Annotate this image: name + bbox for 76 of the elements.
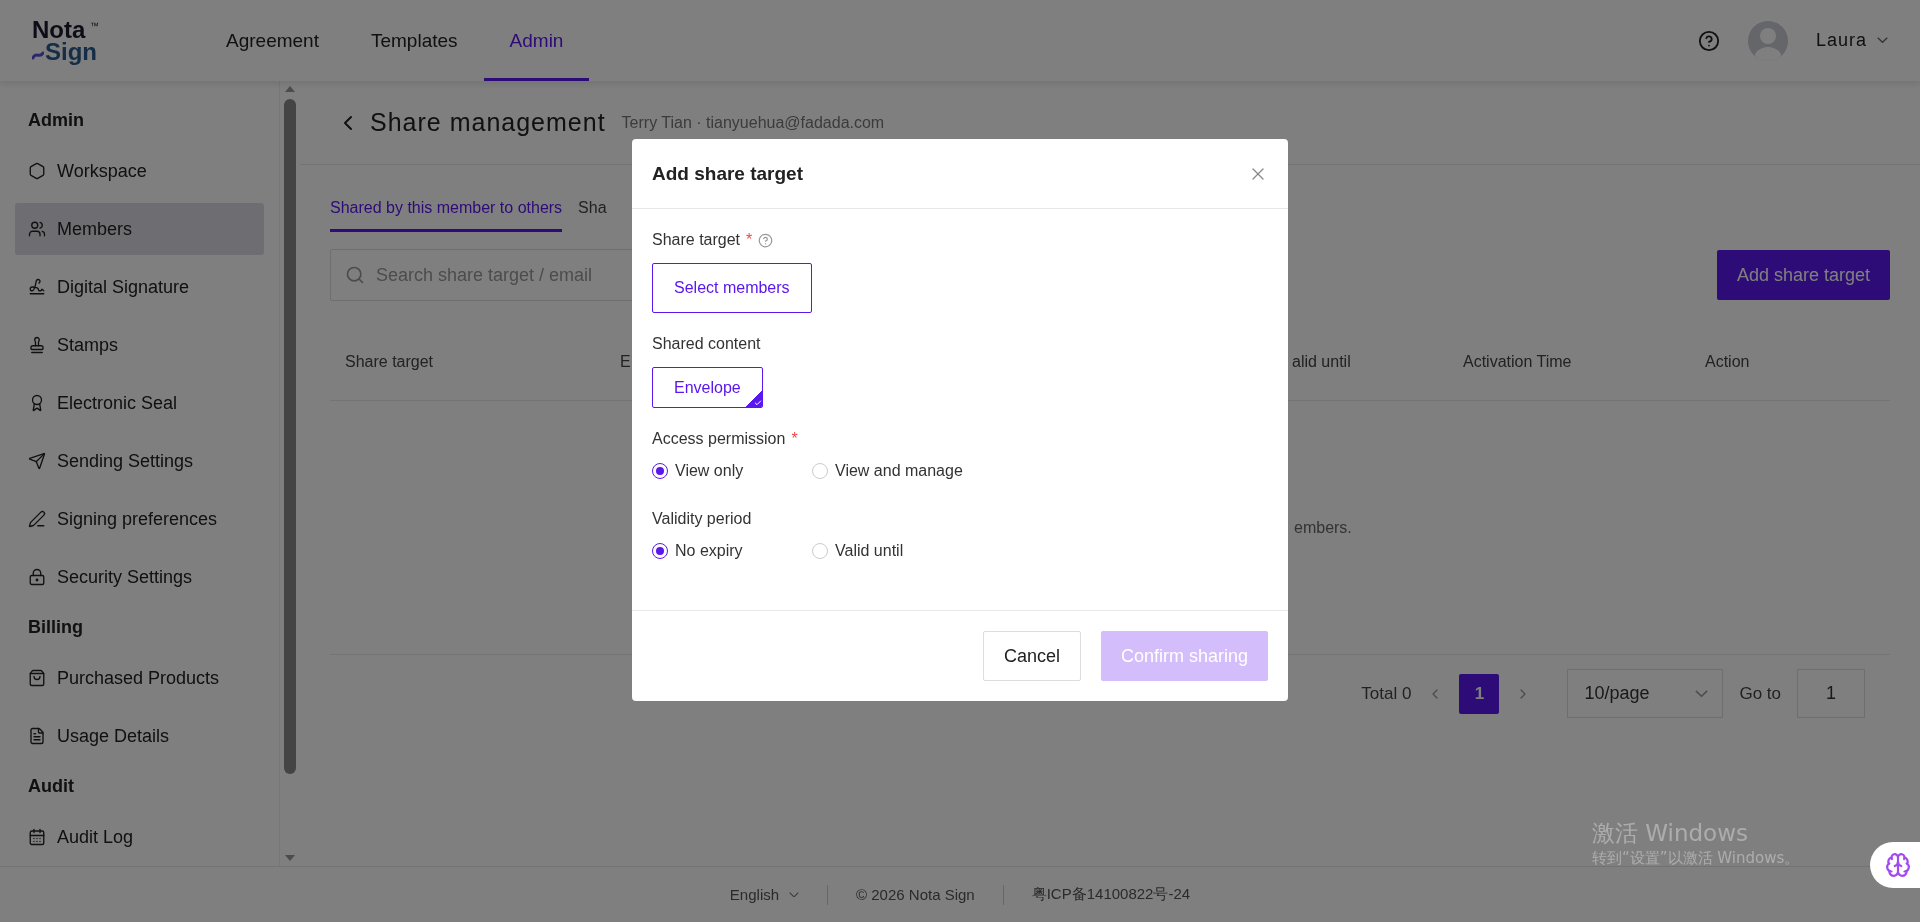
column-header: Activation Time xyxy=(1463,352,1573,371)
stamp-icon xyxy=(28,336,46,354)
sidebar-item[interactable]: Signing preferences xyxy=(15,493,264,545)
wave-icon xyxy=(32,49,44,60)
language-select[interactable]: English xyxy=(701,886,828,903)
sidebar-item[interactable]: Sending Settings xyxy=(15,435,264,487)
section-title: Billing xyxy=(27,616,84,639)
empty-message: embers. xyxy=(1294,518,1352,537)
page-size-select[interactable]: 10/page xyxy=(1567,669,1724,718)
logo-text: Sign xyxy=(45,40,97,63)
assistant-button[interactable] xyxy=(1870,842,1920,888)
column-header: Share target xyxy=(345,352,435,371)
search-icon xyxy=(345,265,365,285)
scroll-up-icon[interactable] xyxy=(284,85,296,93)
tab[interactable]: Sha xyxy=(578,191,607,232)
field-label: Share target xyxy=(652,231,741,249)
logo-text: Nota xyxy=(32,18,86,41)
radio-option[interactable]: View and manage xyxy=(812,462,972,480)
trademark-mark: ™ xyxy=(90,19,99,33)
signature-icon xyxy=(28,278,46,296)
chevron-down-icon xyxy=(789,891,800,898)
add-share-target-button[interactable]: Add share target xyxy=(1716,250,1890,300)
cancel-button[interactable]: Cancel xyxy=(982,631,1081,681)
radio-option[interactable]: No expiry xyxy=(652,542,812,560)
sidebar-item[interactable]: Purchased Products xyxy=(15,652,264,704)
nav-tab[interactable]: Templates xyxy=(344,0,484,81)
help-icon[interactable] xyxy=(1697,29,1720,52)
hexagon-icon xyxy=(28,162,46,180)
section-title: Audit xyxy=(27,775,75,798)
scroll-down-icon[interactable] xyxy=(284,854,296,862)
column-header: E xyxy=(620,352,632,371)
dialog-title: Add share target xyxy=(652,162,803,185)
goto-label: Go to xyxy=(1739,683,1781,704)
required-mark: * xyxy=(791,430,798,448)
radio-option[interactable]: View only xyxy=(652,462,812,480)
select-members-button[interactable]: Select members xyxy=(652,263,812,313)
help-icon[interactable] xyxy=(758,232,774,248)
sidebar-item[interactable]: Audit Log xyxy=(15,811,264,863)
sidebar-item[interactable]: Security Settings xyxy=(15,551,264,603)
member-info: Terry Tian · tianyuehua@fadada.com xyxy=(621,113,885,132)
calendar-icon xyxy=(28,828,46,846)
sidebar-item[interactable]: Members xyxy=(15,203,264,255)
chevron-down-icon xyxy=(1695,689,1709,698)
lock-icon xyxy=(28,568,46,586)
users-icon xyxy=(28,220,46,238)
pen-icon xyxy=(28,510,46,528)
sidebar-item[interactable]: Usage Details xyxy=(15,710,264,762)
copyright: © 2026 Nota Sign xyxy=(855,886,976,903)
goto-field[interactable]: 1 xyxy=(1797,669,1865,718)
nav-tab[interactable]: Agreement xyxy=(200,0,345,81)
page-title: Share management xyxy=(370,108,606,137)
icp-number[interactable]: 粤ICP备14100822号-24 xyxy=(1003,885,1219,904)
field-label: Access permission xyxy=(652,430,786,448)
total-count: Total 0 xyxy=(1361,683,1412,704)
column-header: Action xyxy=(1705,352,1751,371)
brain-icon xyxy=(1885,852,1911,878)
field-label: Shared content xyxy=(652,335,761,353)
sidebar-item[interactable]: Electronic Seal xyxy=(15,377,264,429)
content-option[interactable]: Envelope xyxy=(652,367,763,408)
scrollbar-thumb[interactable] xyxy=(284,99,296,774)
user-menu[interactable]: Laura xyxy=(1815,30,1888,51)
sidebar-item[interactable]: Stamps xyxy=(15,319,264,371)
nav-tab[interactable]: Admin xyxy=(483,0,590,81)
column-header: alid until xyxy=(1292,352,1352,371)
sidebar-item[interactable]: Workspace xyxy=(15,145,264,197)
radio-option[interactable]: Valid until xyxy=(812,542,972,560)
sidebar-item[interactable]: Digital Signature xyxy=(15,261,264,313)
page-button[interactable]: 1 xyxy=(1459,673,1500,714)
send-icon xyxy=(28,452,46,470)
tab[interactable]: Shared by this member to others xyxy=(330,191,563,232)
bag-icon xyxy=(28,669,46,687)
section-title: Admin xyxy=(27,109,85,132)
required-mark: * xyxy=(746,231,753,249)
field-label: Validity period xyxy=(652,510,752,528)
chevron-down-icon xyxy=(1877,37,1888,44)
document-icon xyxy=(28,727,46,745)
